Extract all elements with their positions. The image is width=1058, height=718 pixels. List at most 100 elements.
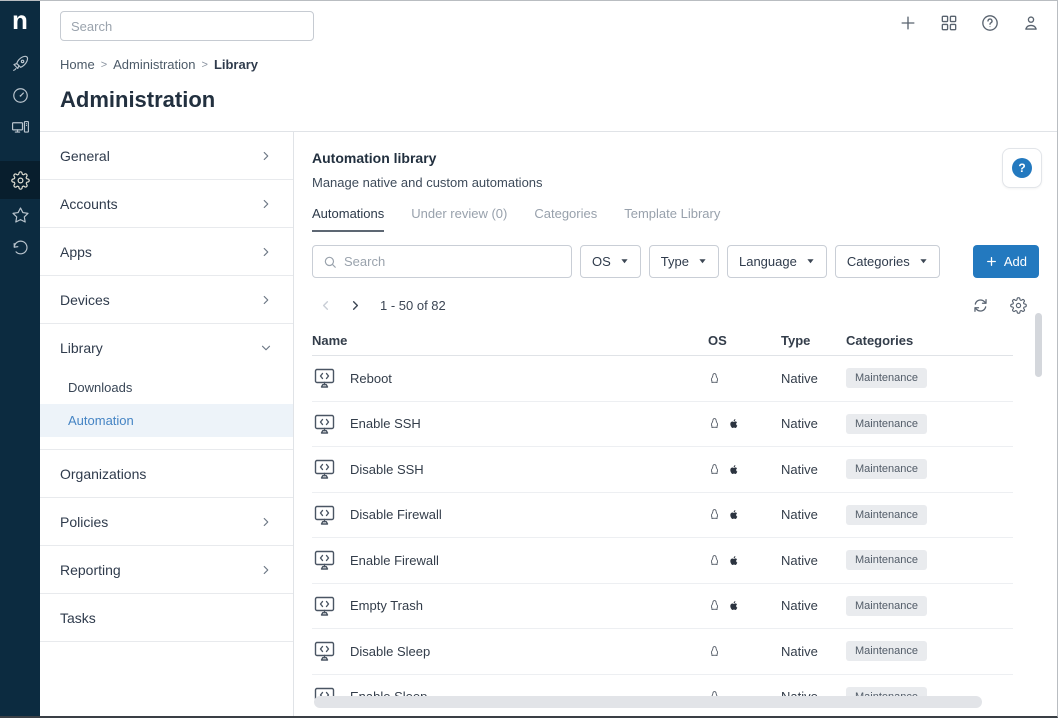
- chevron-right-icon: [259, 293, 273, 307]
- ninja-logo[interactable]: n: [12, 1, 28, 47]
- categories-cell: Maintenance: [846, 368, 1013, 388]
- nav-item-reporting[interactable]: Reporting: [40, 546, 293, 594]
- help-icon[interactable]: [980, 13, 1000, 33]
- automations-table: Name OS Type Categories: [312, 326, 1013, 718]
- name-cell: Enable SSH: [312, 412, 708, 436]
- category-badge: Maintenance: [846, 641, 927, 661]
- dropdown-label: OS: [592, 254, 611, 269]
- categories-filter-dropdown[interactable]: Categories: [835, 245, 940, 278]
- automation-name: Disable SSH: [350, 462, 424, 477]
- breadcrumb-library[interactable]: Library: [214, 57, 258, 72]
- nav-label: General: [60, 148, 110, 164]
- chevron-right-icon: [259, 197, 273, 211]
- rocket-icon[interactable]: [0, 47, 40, 79]
- gauge-icon[interactable]: [0, 79, 40, 111]
- automation-library-panel: Automation library Manage native and cus…: [294, 132, 1057, 716]
- caret-down-icon: [806, 258, 815, 265]
- refresh-icon[interactable]: [972, 297, 989, 314]
- type-cell: Native: [781, 507, 846, 522]
- linux-icon: [708, 416, 721, 431]
- table-search-input[interactable]: [344, 254, 561, 269]
- table-row[interactable]: Reboot: [312, 356, 1013, 402]
- categories-cell: Maintenance: [846, 641, 1013, 661]
- os-cell: [708, 507, 781, 522]
- nav-group-library: Library Downloads Automation: [40, 324, 293, 450]
- nav-label: Devices: [60, 292, 110, 308]
- apple-icon: [727, 462, 740, 477]
- nav-item-policies[interactable]: Policies: [40, 498, 293, 546]
- page-prev-button[interactable]: [312, 292, 338, 318]
- chevron-right-icon: [259, 245, 273, 259]
- horizontal-scrollbar-thumb[interactable]: [314, 696, 982, 708]
- breadcrumb-administration[interactable]: Administration: [113, 57, 195, 72]
- type-filter-dropdown[interactable]: Type: [649, 245, 719, 278]
- global-search-input[interactable]: [60, 11, 314, 41]
- automation-name: Disable Sleep: [350, 644, 430, 659]
- gear-icon[interactable]: [0, 161, 40, 199]
- name-cell: Empty Trash: [312, 594, 708, 618]
- nav-item-apps[interactable]: Apps: [40, 228, 293, 276]
- panel-help-button[interactable]: ?: [1002, 148, 1042, 188]
- tab-under-review[interactable]: Under review (0): [411, 206, 507, 232]
- plus-icon[interactable]: [898, 13, 918, 33]
- page-next-button[interactable]: [342, 292, 368, 318]
- os-cell: [708, 598, 781, 613]
- body: General Accounts Apps Devices L: [40, 131, 1057, 716]
- nav-item-organizations[interactable]: Organizations: [40, 450, 293, 498]
- category-badge: Maintenance: [846, 596, 927, 616]
- table-row[interactable]: Disable Sleep: [312, 629, 1013, 675]
- chevron-right-icon: [259, 563, 273, 577]
- breadcrumb-home[interactable]: Home: [60, 57, 95, 72]
- nav-item-accounts[interactable]: Accounts: [40, 180, 293, 228]
- search-icon: [323, 255, 337, 269]
- linux-icon: [708, 462, 721, 477]
- star-icon[interactable]: [0, 199, 40, 231]
- devices-icon[interactable]: [0, 111, 40, 143]
- categories-cell: Maintenance: [846, 596, 1013, 616]
- table-row[interactable]: Disable SSH: [312, 447, 1013, 493]
- table-header: Name OS Type Categories: [312, 326, 1013, 356]
- nav-item-library[interactable]: Library: [40, 324, 293, 371]
- history-icon[interactable]: [0, 231, 40, 263]
- table-row[interactable]: Enable Firewall: [312, 538, 1013, 584]
- os-cell: [708, 644, 781, 659]
- panel-title: Automation library: [312, 150, 1039, 166]
- chevron-down-icon: [259, 341, 273, 355]
- nav-item-automation[interactable]: Automation: [40, 404, 293, 437]
- script-monitor-icon: [312, 503, 337, 527]
- nav-item-general[interactable]: General: [40, 132, 293, 180]
- table-row[interactable]: Empty Trash: [312, 584, 1013, 630]
- tab-template-library[interactable]: Template Library: [624, 206, 720, 232]
- pagination: 1 - 50 of 82: [312, 292, 1039, 318]
- settings-nav: General Accounts Apps Devices L: [40, 132, 294, 716]
- topbar-icons: [898, 13, 1041, 33]
- nav-item-devices[interactable]: Devices: [40, 276, 293, 324]
- grid-icon[interactable]: [939, 13, 959, 33]
- caret-down-icon: [919, 258, 928, 265]
- vertical-scrollbar-thumb[interactable]: [1035, 313, 1042, 377]
- language-filter-dropdown[interactable]: Language: [727, 245, 827, 278]
- add-button[interactable]: Add: [973, 245, 1039, 278]
- tab-categories[interactable]: Categories: [534, 206, 597, 232]
- table-row[interactable]: Disable Firewall: [312, 493, 1013, 539]
- nav-item-downloads[interactable]: Downloads: [40, 371, 293, 404]
- main-area: Home > Administration > Library Administ…: [40, 1, 1057, 716]
- os-cell: [708, 553, 781, 568]
- category-badge: Maintenance: [846, 505, 927, 525]
- type-cell: Native: [781, 598, 846, 613]
- table-settings-icon[interactable]: [1010, 297, 1027, 314]
- linux-icon: [708, 553, 721, 568]
- user-icon[interactable]: [1021, 13, 1041, 33]
- nav-item-tasks[interactable]: Tasks: [40, 594, 293, 642]
- dropdown-label: Type: [661, 254, 689, 269]
- name-cell: Enable Firewall: [312, 548, 708, 572]
- categories-cell: Maintenance: [846, 459, 1013, 479]
- os-filter-dropdown[interactable]: OS: [580, 245, 641, 278]
- automation-name: Enable SSH: [350, 416, 421, 431]
- nav-label: Reporting: [60, 562, 121, 578]
- column-categories: Categories: [846, 333, 1013, 348]
- tab-automations[interactable]: Automations: [312, 206, 384, 232]
- tabs: Automations Under review (0) Categories …: [312, 206, 1039, 232]
- table-row[interactable]: Enable SSH: [312, 402, 1013, 448]
- caret-down-icon: [698, 258, 707, 265]
